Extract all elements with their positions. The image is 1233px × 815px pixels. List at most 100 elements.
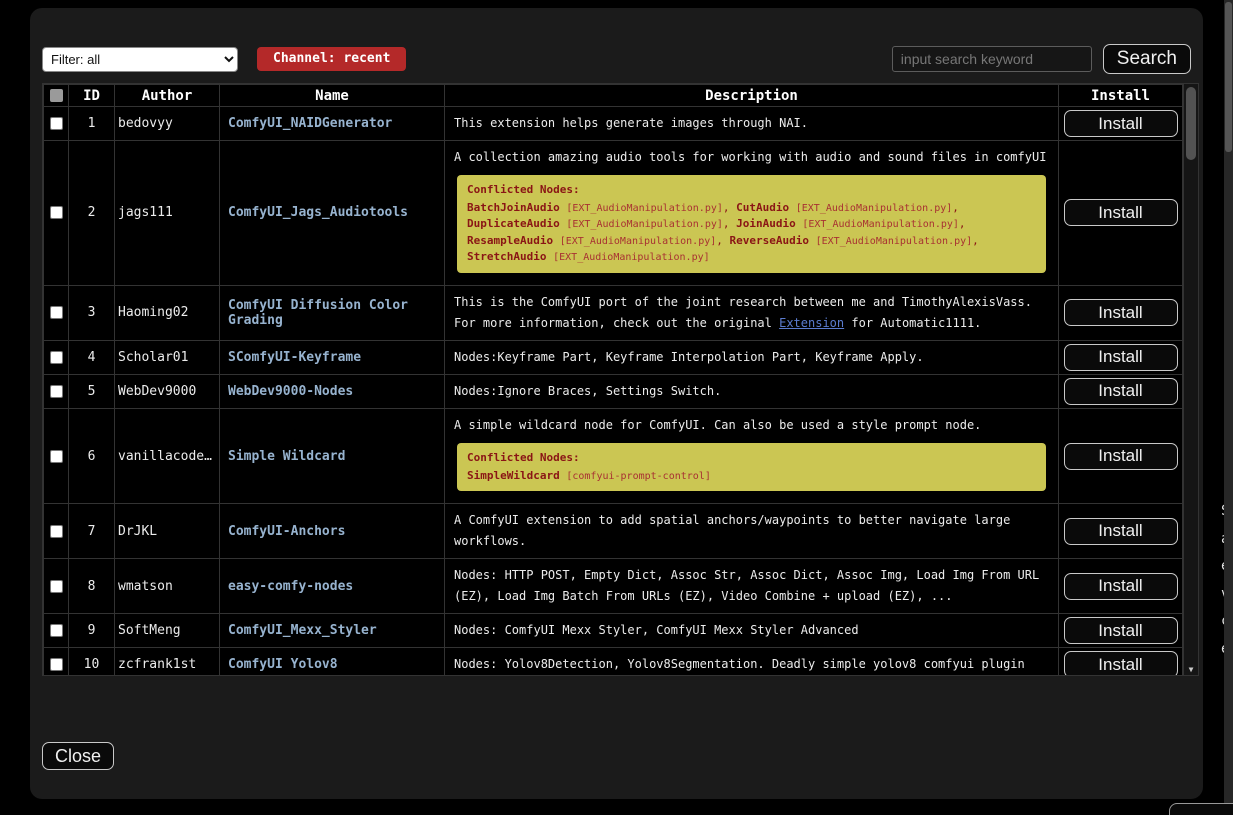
row-author: Scholar01 — [115, 340, 220, 374]
row-checkbox[interactable] — [50, 306, 63, 319]
row-checkbox-cell — [44, 285, 69, 340]
node-name-link[interactable]: ComfyUI Diffusion Color Grading — [228, 298, 408, 328]
row-install-cell: Install — [1059, 648, 1183, 676]
table-row: 4 Scholar01 SComfyUI-Keyframe Nodes:Keyf… — [44, 340, 1183, 374]
row-name-cell: ComfyUI_Mexx_Styler — [220, 614, 445, 648]
row-author: Haoming02 — [115, 285, 220, 340]
conflict-title: Conflicted Nodes: — [467, 182, 1036, 198]
nodes-table: ID Author Name Description Install 1 bed… — [43, 84, 1183, 676]
header-description: Description — [445, 85, 1059, 107]
row-id: 7 — [69, 504, 115, 559]
row-checkbox-cell — [44, 504, 69, 559]
table-header-row: ID Author Name Description Install — [44, 85, 1183, 107]
row-checkbox-cell — [44, 141, 69, 286]
row-name-cell: Simple Wildcard — [220, 408, 445, 503]
row-checkbox[interactable] — [50, 385, 63, 398]
row-author: DrJKL — [115, 504, 220, 559]
conflict-box: Conflicted Nodes:BatchJoinAudio [EXT_Aud… — [457, 175, 1046, 273]
row-id: 10 — [69, 648, 115, 676]
install-button[interactable]: Install — [1064, 518, 1178, 545]
row-description: A simple wildcard node for ComfyUI. Can … — [445, 408, 1059, 503]
search-button[interactable]: Search — [1103, 44, 1191, 74]
row-checkbox[interactable] — [50, 580, 63, 593]
table-row: 7 DrJKL ComfyUI-Anchors A ComfyUI extens… — [44, 504, 1183, 559]
toolbar: Filter: all Channel: recent Search — [42, 44, 1191, 74]
row-checkbox[interactable] — [50, 117, 63, 130]
header-install: Install — [1059, 85, 1183, 107]
description-link[interactable]: Extension — [779, 316, 844, 330]
install-button[interactable]: Install — [1064, 199, 1178, 226]
row-name-cell: SComfyUI-Keyframe — [220, 340, 445, 374]
node-name-link[interactable]: ComfyUI Yolov8 — [228, 657, 338, 672]
scroll-down-icon[interactable]: ▼ — [1184, 665, 1198, 674]
table-row: 9 SoftMeng ComfyUI_Mexx_Styler Nodes: Co… — [44, 614, 1183, 648]
nodes-table-container: ID Author Name Description Install 1 bed… — [42, 83, 1199, 676]
row-description: Nodes: HTTP POST, Empty Dict, Assoc Str,… — [445, 559, 1059, 614]
background-corner-element — [1169, 803, 1233, 815]
row-checkbox-cell — [44, 340, 69, 374]
table-row: 2 jags111 ComfyUI_Jags_Audiotools A coll… — [44, 141, 1183, 286]
row-description: A collection amazing audio tools for wor… — [445, 141, 1059, 286]
row-description: Nodes: Yolov8Detection, Yolov8Segmentati… — [445, 648, 1059, 676]
row-checkbox[interactable] — [50, 624, 63, 637]
table-row: 1 bedovyy ComfyUI_NAIDGenerator This ext… — [44, 107, 1183, 141]
install-button[interactable]: Install — [1064, 344, 1178, 371]
header-author: Author — [115, 85, 220, 107]
node-name-link[interactable]: easy-comfy-nodes — [228, 579, 353, 594]
filter-select[interactable]: Filter: all — [42, 47, 238, 72]
row-author: WebDev9000 — [115, 374, 220, 408]
node-name-link[interactable]: ComfyUI_NAIDGenerator — [228, 116, 392, 131]
row-checkbox[interactable] — [50, 658, 63, 671]
row-install-cell: Install — [1059, 107, 1183, 141]
install-button[interactable]: Install — [1064, 573, 1178, 600]
row-name-cell: ComfyUI-Anchors — [220, 504, 445, 559]
table-row: 8 wmatson easy-comfy-nodes Nodes: HTTP P… — [44, 559, 1183, 614]
install-button[interactable]: Install — [1064, 651, 1178, 676]
install-button[interactable]: Install — [1064, 617, 1178, 644]
row-description: A ComfyUI extension to add spatial ancho… — [445, 504, 1059, 559]
select-all-checkbox[interactable] — [50, 89, 63, 102]
row-checkbox-cell — [44, 614, 69, 648]
row-install-cell: Install — [1059, 285, 1183, 340]
node-name-link[interactable]: WebDev9000-Nodes — [228, 384, 353, 399]
row-author: vanillacode… — [115, 408, 220, 503]
row-checkbox[interactable] — [50, 450, 63, 463]
row-description: This extension helps generate images thr… — [445, 107, 1059, 141]
row-install-cell: Install — [1059, 559, 1183, 614]
row-checkbox-cell — [44, 107, 69, 141]
node-name-link[interactable]: Simple Wildcard — [228, 449, 345, 464]
node-name-link[interactable]: ComfyUI_Jags_Audiotools — [228, 205, 408, 220]
table-scrollbar-thumb[interactable] — [1186, 87, 1196, 160]
conflict-title: Conflicted Nodes: — [467, 450, 1036, 466]
node-name-link[interactable]: SComfyUI-Keyframe — [228, 350, 361, 365]
row-id: 5 — [69, 374, 115, 408]
table-scrollbar[interactable]: ▼ — [1183, 84, 1198, 675]
row-checkbox[interactable] — [50, 206, 63, 219]
install-button[interactable]: Install — [1064, 299, 1178, 326]
row-checkbox-cell — [44, 374, 69, 408]
page-scrollbar[interactable] — [1224, 0, 1233, 815]
row-checkbox[interactable] — [50, 351, 63, 364]
install-button[interactable]: Install — [1064, 443, 1178, 470]
header-name: Name — [220, 85, 445, 107]
table-row: 5 WebDev9000 WebDev9000-Nodes Nodes:Igno… — [44, 374, 1183, 408]
row-id: 2 — [69, 141, 115, 286]
row-description: Nodes:Keyframe Part, Keyframe Interpolat… — [445, 340, 1059, 374]
page-scrollbar-thumb[interactable] — [1225, 2, 1232, 152]
node-name-link[interactable]: ComfyUI_Mexx_Styler — [228, 623, 377, 638]
node-name-link[interactable]: ComfyUI-Anchors — [228, 524, 345, 539]
close-button[interactable]: Close — [42, 742, 114, 770]
row-install-cell: Install — [1059, 408, 1183, 503]
search-input[interactable] — [892, 46, 1092, 72]
row-id: 8 — [69, 559, 115, 614]
row-install-cell: Install — [1059, 374, 1183, 408]
row-checkbox[interactable] — [50, 525, 63, 538]
table-row: 6 vanillacode… Simple Wildcard A simple … — [44, 408, 1183, 503]
row-checkbox-cell — [44, 408, 69, 503]
install-button[interactable]: Install — [1064, 378, 1178, 405]
row-description: This is the ComfyUI port of the joint re… — [445, 285, 1059, 340]
row-install-cell: Install — [1059, 504, 1183, 559]
row-name-cell: ComfyUI_Jags_Audiotools — [220, 141, 445, 286]
conflict-box: Conflicted Nodes:SimpleWildcard [comfyui… — [457, 443, 1046, 491]
install-button[interactable]: Install — [1064, 110, 1178, 137]
